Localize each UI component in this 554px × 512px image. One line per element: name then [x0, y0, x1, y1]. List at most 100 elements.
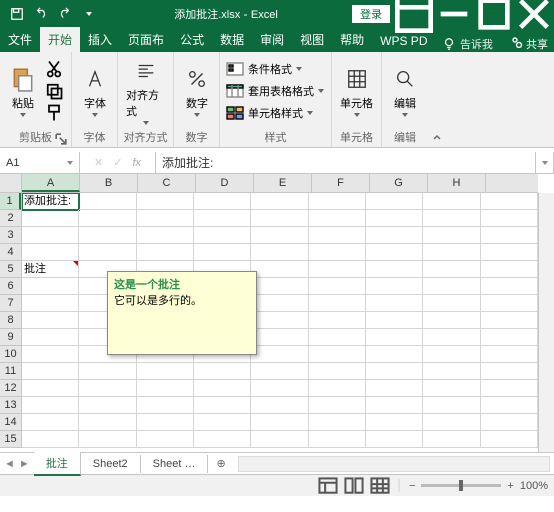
- sheet-tab[interactable]: Sheet2: [81, 455, 141, 473]
- cell[interactable]: [251, 244, 308, 261]
- cell[interactable]: [366, 278, 423, 295]
- cell[interactable]: [251, 312, 308, 329]
- cell[interactable]: [481, 397, 538, 414]
- cell[interactable]: [22, 431, 79, 448]
- cell[interactable]: [366, 227, 423, 244]
- cell[interactable]: [366, 414, 423, 431]
- cell[interactable]: [309, 278, 366, 295]
- vertical-scrollbar[interactable]: [538, 193, 554, 452]
- cell[interactable]: [309, 414, 366, 431]
- cell[interactable]: [423, 193, 480, 210]
- expand-formula-icon[interactable]: [536, 152, 554, 173]
- cell[interactable]: [423, 244, 480, 261]
- tab-wps[interactable]: WPS PD: [372, 30, 435, 52]
- redo-icon[interactable]: [54, 3, 76, 25]
- cell[interactable]: [481, 312, 538, 329]
- cell[interactable]: [79, 193, 136, 210]
- dialog-launcher-icon[interactable]: [55, 133, 67, 145]
- cell[interactable]: [309, 363, 366, 380]
- cell[interactable]: [79, 431, 136, 448]
- cell[interactable]: [481, 210, 538, 227]
- cell[interactable]: [137, 431, 194, 448]
- cell[interactable]: [481, 227, 538, 244]
- cell[interactable]: [251, 261, 308, 278]
- cell[interactable]: [251, 414, 308, 431]
- cell[interactable]: [309, 227, 366, 244]
- cell[interactable]: [137, 244, 194, 261]
- collapse-ribbon-icon[interactable]: [428, 52, 446, 147]
- cell[interactable]: [309, 329, 366, 346]
- row-header[interactable]: 3: [0, 227, 21, 244]
- cell[interactable]: [251, 397, 308, 414]
- cell[interactable]: [366, 295, 423, 312]
- sheet-tab[interactable]: Sheet …: [141, 455, 209, 473]
- cell[interactable]: [366, 363, 423, 380]
- cell[interactable]: [366, 261, 423, 278]
- normal-view-icon[interactable]: [318, 478, 338, 494]
- cell[interactable]: [423, 346, 480, 363]
- name-box[interactable]: A1: [0, 152, 80, 173]
- cell[interactable]: [251, 380, 308, 397]
- cell[interactable]: [366, 346, 423, 363]
- cell[interactable]: [22, 312, 79, 329]
- cut-icon[interactable]: [44, 59, 64, 79]
- maximize-icon[interactable]: [474, 0, 514, 28]
- add-sheet-icon[interactable]: ⊕: [208, 457, 233, 470]
- row-header[interactable]: 6: [0, 278, 21, 295]
- cell-styles-button[interactable]: 单元格样式: [224, 104, 326, 122]
- number-button[interactable]: 数字: [178, 63, 216, 119]
- cell[interactable]: [79, 210, 136, 227]
- alignment-button[interactable]: 对齐方式: [122, 55, 169, 127]
- tab-file[interactable]: 文件: [0, 27, 40, 52]
- page-break-view-icon[interactable]: [370, 478, 390, 494]
- row-header[interactable]: 11: [0, 363, 21, 380]
- cell[interactable]: [481, 278, 538, 295]
- tell-me[interactable]: 告诉我 共享: [442, 36, 554, 52]
- cell[interactable]: [251, 431, 308, 448]
- cell[interactable]: [79, 363, 136, 380]
- cell[interactable]: [137, 210, 194, 227]
- cell[interactable]: [22, 414, 79, 431]
- cell[interactable]: [366, 193, 423, 210]
- cells-button[interactable]: 单元格: [336, 63, 377, 119]
- cell[interactable]: [251, 227, 308, 244]
- tab-formulas[interactable]: 公式: [172, 27, 212, 52]
- col-header[interactable]: E: [254, 174, 312, 192]
- conditional-format-button[interactable]: 条件格式: [224, 60, 326, 78]
- cell[interactable]: [22, 329, 79, 346]
- cell-A5[interactable]: 批注: [22, 261, 79, 278]
- cell[interactable]: [481, 346, 538, 363]
- cell[interactable]: [481, 261, 538, 278]
- col-header[interactable]: D: [196, 174, 254, 192]
- cell[interactable]: [423, 261, 480, 278]
- row-header[interactable]: 10: [0, 346, 21, 363]
- save-icon[interactable]: [6, 3, 28, 25]
- cell[interactable]: [423, 210, 480, 227]
- zoom-in-icon[interactable]: +: [507, 480, 513, 492]
- cell[interactable]: [137, 193, 194, 210]
- row-header[interactable]: 14: [0, 414, 21, 431]
- tab-review[interactable]: 审阅: [252, 27, 292, 52]
- cell[interactable]: [79, 227, 136, 244]
- cell[interactable]: [423, 363, 480, 380]
- cell[interactable]: [423, 431, 480, 448]
- cell[interactable]: [137, 380, 194, 397]
- horizontal-scrollbar[interactable]: [238, 456, 550, 472]
- share-button[interactable]: 共享: [511, 36, 548, 52]
- cell[interactable]: [22, 295, 79, 312]
- comment-popup[interactable]: 这是一个批注 它可以是多行的。: [107, 271, 257, 355]
- table-format-button[interactable]: 套用表格格式: [224, 82, 326, 100]
- editing-button[interactable]: 编辑: [386, 63, 424, 119]
- cell[interactable]: [137, 397, 194, 414]
- cell[interactable]: [481, 431, 538, 448]
- row-header[interactable]: 12: [0, 380, 21, 397]
- cell[interactable]: [79, 397, 136, 414]
- login-button[interactable]: 登录: [352, 5, 390, 23]
- cancel-icon[interactable]: ✕: [94, 156, 103, 169]
- qat-more-icon[interactable]: [78, 3, 100, 25]
- cell[interactable]: [194, 397, 251, 414]
- cell[interactable]: [423, 397, 480, 414]
- row-header[interactable]: 15: [0, 431, 21, 448]
- page-layout-view-icon[interactable]: [344, 478, 364, 494]
- cell[interactable]: [309, 346, 366, 363]
